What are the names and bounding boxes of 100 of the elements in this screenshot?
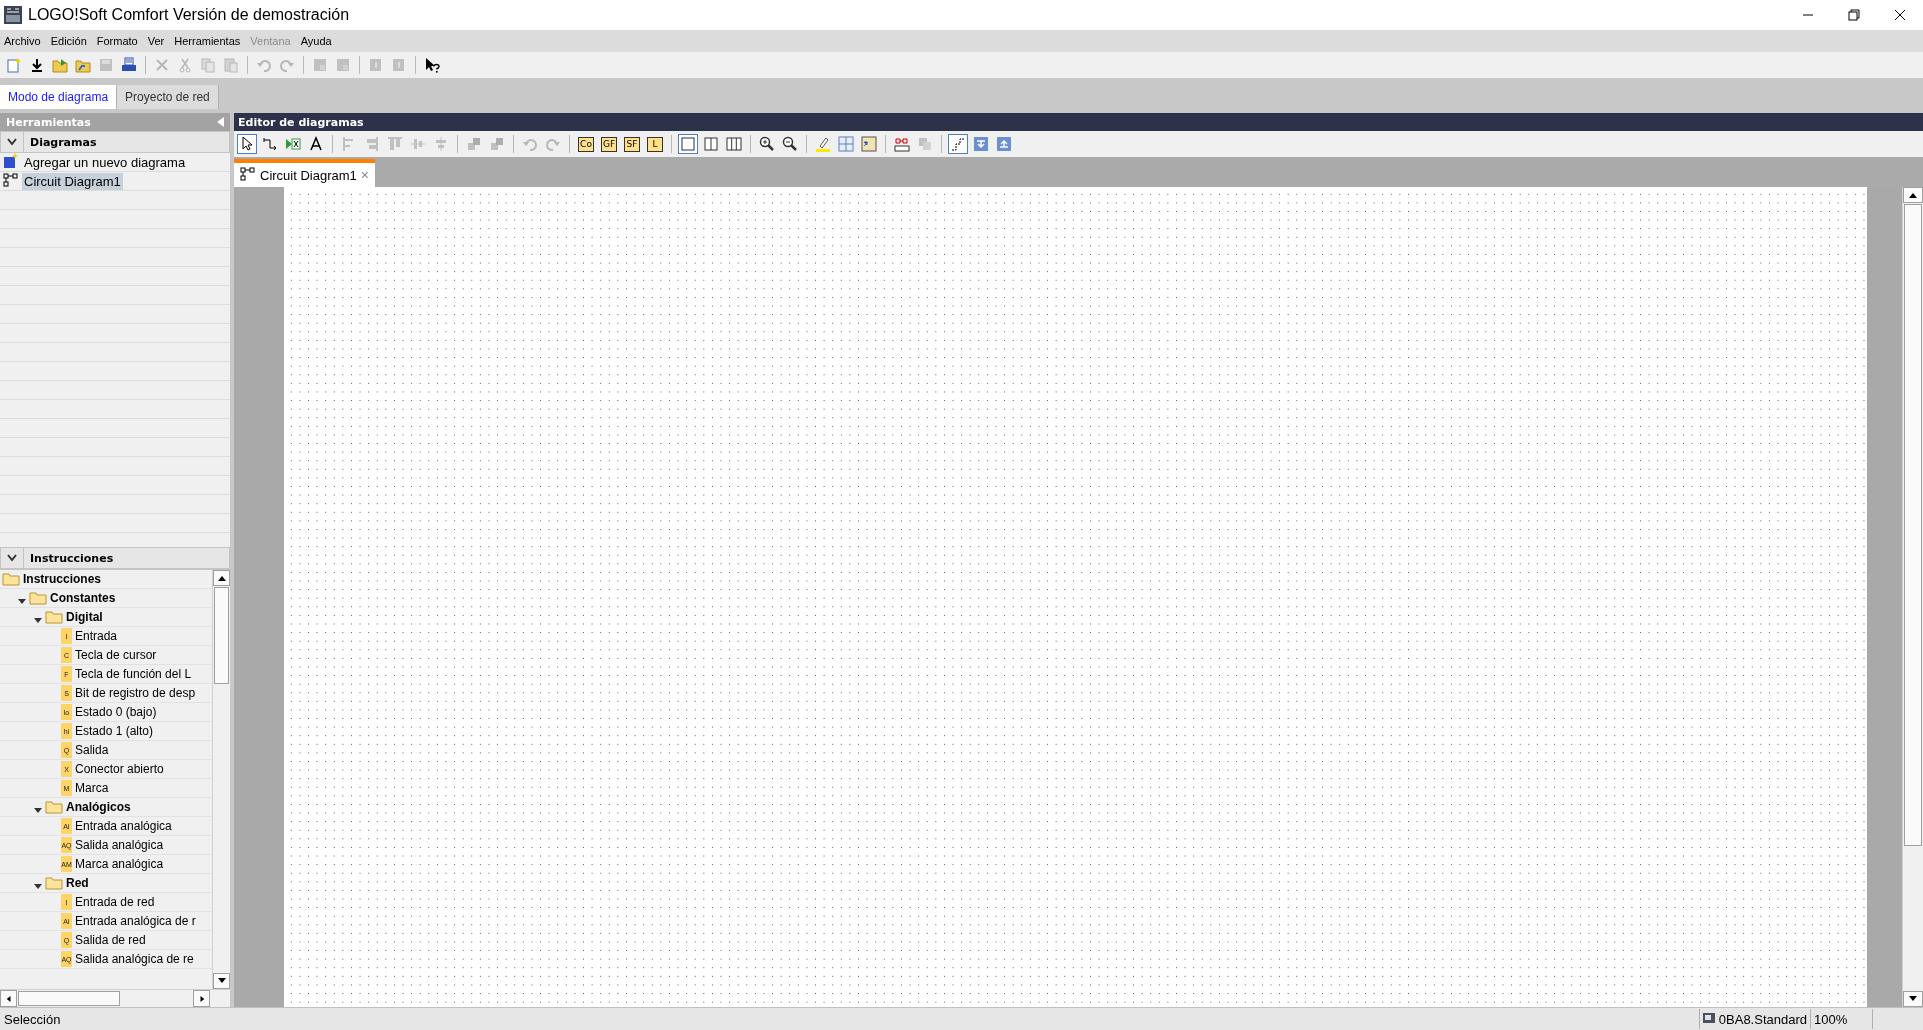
diagram-item[interactable]: Circuit Diagram1 xyxy=(22,173,123,190)
block-label-button[interactable]: Co xyxy=(576,134,596,154)
instruction-item[interactable]: Salida de red xyxy=(75,933,146,947)
instruction-item[interactable]: Salida xyxy=(75,743,109,757)
left-arrow-icon xyxy=(4,995,13,1002)
scroll-up-button[interactable] xyxy=(1903,187,1923,203)
folder-arrow-icon xyxy=(52,57,68,73)
folder-icon xyxy=(29,591,47,605)
scroll-left-button[interactable] xyxy=(0,990,17,1007)
instruction-item[interactable]: Entrada xyxy=(75,629,118,643)
instruction-item[interactable]: Salida analógica de re xyxy=(75,952,194,966)
collapse-icon[interactable] xyxy=(217,117,224,127)
scroll-up-button[interactable] xyxy=(213,570,230,586)
section-header[interactable]: Diagramas xyxy=(0,131,230,153)
menu-item[interactable]: Ver xyxy=(146,33,166,49)
block-icon xyxy=(312,57,328,73)
triple-view-icon xyxy=(726,136,742,152)
mode-tab[interactable]: Modo de diagrama xyxy=(0,85,118,109)
single-view-button[interactable] xyxy=(678,134,698,154)
tab-label: Circuit Diagram1 xyxy=(260,167,357,183)
instruction-item[interactable]: Entrada analógica xyxy=(75,819,172,833)
section-title: Diagramas xyxy=(29,135,97,149)
diagram-tab[interactable]: Circuit Diagram1 × xyxy=(234,159,375,187)
diagram-item[interactable]: Agregar un nuevo diagrama xyxy=(22,154,188,171)
scissors-icon xyxy=(177,57,193,73)
block-label-button[interactable]: GF xyxy=(599,134,619,154)
undo-icon xyxy=(522,136,538,152)
close-icon xyxy=(1894,9,1906,21)
scroll-right-button[interactable] xyxy=(193,990,210,1007)
menu-item[interactable]: Archivo xyxy=(3,33,42,49)
up-arrow-icon xyxy=(217,575,226,581)
wire-route-button[interactable] xyxy=(948,134,968,154)
mode-tab[interactable]: Proyecto de red xyxy=(117,85,219,109)
number-grid-icon xyxy=(838,136,854,152)
block-label-button[interactable]: SF xyxy=(622,134,642,154)
single-view-icon xyxy=(680,136,696,152)
instruction-item[interactable]: Salida analógica xyxy=(75,838,164,852)
folder-label[interactable]: Analógicos xyxy=(66,800,131,814)
folder-label[interactable]: Red xyxy=(66,876,89,890)
restore-icon xyxy=(1848,9,1860,21)
save-icon xyxy=(98,57,114,73)
transfer-icon xyxy=(391,57,407,73)
scrollbar-thumb[interactable] xyxy=(18,991,120,1006)
move-down-button[interactable] xyxy=(971,134,991,154)
folder-icon xyxy=(45,876,63,890)
instruction-item[interactable]: Estado 0 (bajo) xyxy=(75,705,157,719)
scroll-down-button[interactable] xyxy=(213,973,230,989)
folder-label[interactable]: Constantes xyxy=(50,591,116,605)
redo-icon xyxy=(545,136,561,152)
zoom-in-icon xyxy=(759,136,775,152)
new-file-icon xyxy=(6,57,22,73)
instruction-item[interactable]: Marca xyxy=(75,781,109,795)
align-icon xyxy=(364,136,380,152)
folder-label[interactable]: Digital xyxy=(66,610,103,624)
instruction-item[interactable]: Conector abierto xyxy=(75,762,164,776)
move-up-button[interactable] xyxy=(994,134,1014,154)
number-grid-button[interactable] xyxy=(836,134,856,154)
instruction-item[interactable]: Tecla de función del L xyxy=(75,667,192,681)
instruction-item[interactable]: Entrada de red xyxy=(75,895,155,909)
instruction-item[interactable]: Estado 1 (alto) xyxy=(75,724,154,738)
instruction-item[interactable]: Bit de registro de desp xyxy=(75,686,196,700)
section-header[interactable]: Instrucciones xyxy=(0,547,230,569)
instruction-item[interactable]: Marca analógica xyxy=(75,857,164,871)
move-up-icon xyxy=(996,136,1012,152)
copy-icon xyxy=(200,57,216,73)
download-icon xyxy=(29,57,45,73)
parameter-block-icon xyxy=(861,136,877,152)
printer-icon xyxy=(121,57,137,73)
app-logo-icon xyxy=(4,6,22,24)
down-arrow-icon xyxy=(1909,996,1917,1002)
connector-icon xyxy=(262,136,278,152)
parameter-block-button[interactable] xyxy=(859,134,879,154)
paste-icon xyxy=(223,57,239,73)
simulation-icon xyxy=(894,136,910,152)
folder-icon xyxy=(2,572,20,586)
align-icon xyxy=(387,136,403,152)
menu-item[interactable]: Ayuda xyxy=(299,33,333,49)
editor-title: Editor de diagramas xyxy=(234,113,1923,131)
zoom-out-icon xyxy=(782,136,798,152)
folder-label[interactable]: Instrucciones xyxy=(23,572,102,586)
tab-close-button[interactable]: × xyxy=(360,167,369,183)
split-view-button[interactable] xyxy=(701,134,721,154)
triple-view-button[interactable] xyxy=(724,134,744,154)
scrollbar-thumb[interactable] xyxy=(1904,204,1922,846)
block-icon xyxy=(335,57,351,73)
folder-open-icon xyxy=(75,57,91,73)
folder-icon xyxy=(45,610,63,624)
instruction-item[interactable]: Tecla de cursor xyxy=(75,648,157,662)
redo-icon xyxy=(279,57,295,73)
text-tool-icon xyxy=(308,136,324,152)
scroll-down-button[interactable] xyxy=(1903,991,1923,1007)
window-title: LOGO!Soft Comfort Versión de demostración xyxy=(28,6,351,24)
help-cursor-icon xyxy=(424,57,440,73)
menu-item[interactable]: Edición xyxy=(49,33,88,49)
instruction-item[interactable]: Entrada analógica de r xyxy=(75,914,196,928)
block-label-button[interactable]: L xyxy=(645,134,665,154)
menu-item[interactable]: Formato xyxy=(95,33,139,49)
menu-item[interactable]: Herramientas xyxy=(173,33,242,49)
cursor-button[interactable] xyxy=(237,134,257,154)
scrollbar-thumb[interactable] xyxy=(214,587,229,684)
